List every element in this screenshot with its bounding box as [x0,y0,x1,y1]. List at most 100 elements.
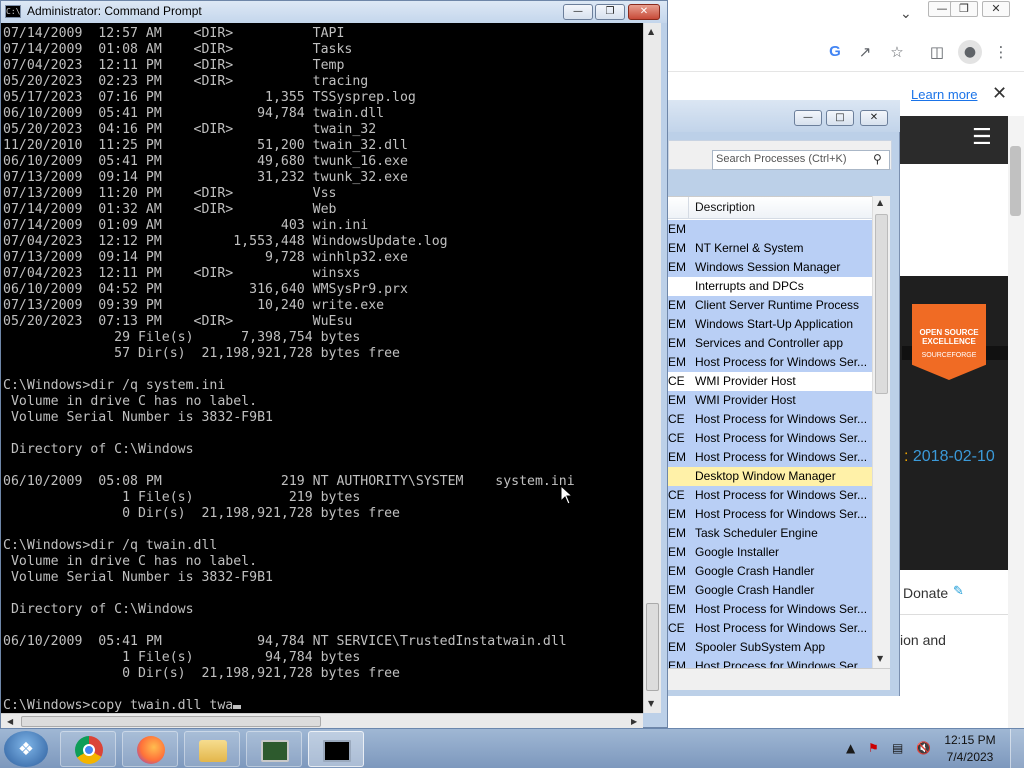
process-row[interactable]: CE Host Process for Windows Ser... [668,410,872,429]
console-line: 07/04/2023 12:11 PM <DIR> Temp [3,58,345,73]
open-source-excellence-badge: OPEN SOURCE EXCELLENCE SOURCEFORGE [912,304,986,380]
show-hidden-icons-icon[interactable]: ▲ [846,741,855,755]
process-row[interactable]: Interrupts and DPCs [668,277,872,296]
cmd-close-button[interactable]: ✕ [628,4,660,20]
process-row[interactable]: EM Host Process for Windows Ser... [668,505,872,524]
process-row[interactable]: EM Host Process for Windows Ser... [668,600,872,619]
bookmark-star-icon[interactable]: ☆ [886,41,908,63]
process-row[interactable]: CE Host Process for Windows Ser... [668,619,872,638]
clock-time[interactable]: 12:15 PM [934,733,1006,747]
chrome-scroll-thumb[interactable] [1010,146,1021,216]
cmd-window-icon[interactable]: C:\ [5,5,21,18]
chrome-scrollbar[interactable] [1008,116,1024,728]
scroll-up-icon[interactable]: ▲ [648,27,654,36]
process-row[interactable]: EM Google Installer [668,543,872,562]
process-description: Host Process for Windows Ser... [695,355,868,369]
page-text-fragment: ion and [900,632,946,648]
procexp-minimize-button[interactable]: — [794,110,822,126]
cmd-horizontal-scrollbar[interactable]: ◀ ▶ [1,713,643,729]
scroll-left-icon[interactable]: ◀ [7,717,13,726]
search-processes-input[interactable]: Search Processes (Ctrl+K) ⚲ [712,150,890,170]
process-row[interactable]: Desktop Window Manager [668,467,872,486]
scroll-down-icon[interactable]: ▼ [877,654,883,663]
process-row[interactable]: EM Spooler SubSystem App [668,638,872,657]
console-line: 07/13/2009 09:14 PM 31,232 twunk_32.exe [3,170,408,185]
process-row[interactable]: CE Host Process for Windows Ser... [668,486,872,505]
process-list-scroll-thumb[interactable] [875,214,888,394]
show-desktop-button[interactable] [1010,729,1024,768]
chrome-close-button[interactable]: ✕ [982,1,1010,17]
google-lens-icon[interactable]: G [824,41,846,63]
process-row[interactable]: CE Host Process for Windows Ser... [668,429,872,448]
taskbar-chrome-button[interactable] [60,731,116,767]
taskbar-cmd-button[interactable] [308,731,364,767]
procexp-bottom-scrollbar[interactable] [668,668,890,690]
procexp-maximize-button[interactable]: □ [826,110,854,126]
scroll-right-icon[interactable]: ▶ [631,717,637,726]
process-row[interactable]: EM NT Kernel & System [668,239,872,258]
process-description: Host Process for Windows Ser... [695,659,868,668]
console-line: 07/14/2009 01:08 AM <DIR> Tasks [3,42,353,57]
volume-icon[interactable]: 🔇 [916,741,931,755]
mouse-pointer-icon [560,485,574,505]
side-panel-icon[interactable]: ◫ [926,41,948,63]
external-link-icon[interactable]: ✎ [953,584,967,599]
cmd-vertical-scroll-thumb[interactable] [646,603,659,691]
process-description: Google Installer [695,545,780,559]
cmd-maximize-button[interactable]: ❐ [595,4,625,20]
badge-line1: OPEN SOURCE [919,328,979,337]
process-row[interactable]: EM Host Process for Windows Ser... [668,353,872,372]
action-center-icon[interactable]: ⚑ [868,741,879,755]
console-line: 11/20/2010 11:25 PM 51,200 twain_32.dll [3,138,408,153]
share-icon[interactable]: ↗ [854,41,876,63]
scroll-down-icon[interactable]: ▼ [648,699,654,708]
taskbar-procexp-button[interactable] [246,731,302,767]
process-row[interactable]: EM Google Crash Handler [668,562,872,581]
process-row[interactable]: EM WMI Provider Host [668,391,872,410]
process-row[interactable]: EM Google Crash Handler [668,581,872,600]
chrome-restore-button[interactable]: ❐ [950,1,978,17]
search-icon[interactable]: ⚲ [873,152,882,166]
process-row[interactable]: EM Host Process for Windows Ser... [668,448,872,467]
cmd-minimize-button[interactable]: — [563,4,593,20]
process-row[interactable]: EM Task Scheduler Engine [668,524,872,543]
process-row[interactable]: CE WMI Provider Host [668,372,872,391]
window-title: Administrator: Command Prompt [27,4,202,18]
process-list-scrollbar[interactable]: ▲ ▼ [872,196,890,668]
cmd-titlebar[interactable]: C:\ Administrator: Command Prompt — ❐ ✕ [1,1,667,23]
column-header-description[interactable]: Description [695,200,755,214]
network-icon[interactable]: ▤ [892,741,903,755]
hamburger-menu-icon[interactable]: ☰ [972,127,994,149]
donate-link[interactable]: Donate [903,585,948,601]
profile-avatar[interactable]: ● [958,40,982,64]
taskbar-firefox-button[interactable] [122,731,178,767]
process-row[interactable]: EM Client Server Runtime Process [668,296,872,315]
date-value: 2018-02-10 [912,448,995,465]
start-button[interactable]: ❖ [4,731,48,767]
taskbar-explorer-button[interactable] [184,731,240,767]
process-description: Google Crash Handler [695,583,815,597]
cmd-vertical-scrollbar[interactable]: ▲ ▼ [643,23,661,713]
process-row[interactable]: EM Services and Controller app [668,334,872,353]
tab-search-chevron-icon[interactable]: ⌄ [900,6,912,22]
process-description: Services and Controller app [695,336,844,350]
scroll-up-icon[interactable]: ▲ [877,198,883,207]
cmd-horizontal-scroll-thumb[interactable] [21,716,321,727]
chrome-menu-icon[interactable]: ⋮ [990,41,1012,63]
procexp-close-button[interactable]: ✕ [860,110,888,126]
process-row[interactable]: EM Windows Start-Up Application [668,315,872,334]
process-row[interactable]: EM [668,220,872,239]
process-description: NT Kernel & System [695,241,804,255]
chrome-icon [75,736,103,764]
clock-date[interactable]: 7/4/2023 [934,750,1006,764]
learn-more-link[interactable]: Learn more [911,87,977,102]
windows-logo-icon: ❖ [17,739,35,760]
process-list[interactable]: Description EM EM NT Kernel & System EM Wind… [668,196,872,668]
process-row[interactable]: EM Windows Session Manager [668,258,872,277]
process-company-fragment: EM [668,583,686,597]
infobar-close-icon[interactable]: ✕ [992,83,1007,104]
console-output[interactable]: 07/14/2009 12:57 AM <DIR> TAPI 07/14/2009… [1,23,643,713]
process-row[interactable]: EM Host Process for Windows Ser... [668,657,872,668]
